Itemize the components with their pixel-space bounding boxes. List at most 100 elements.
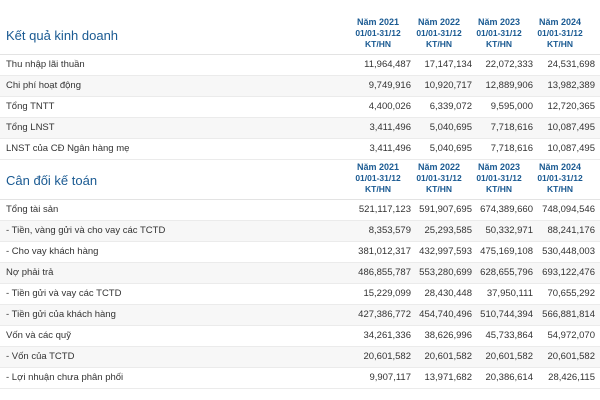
table-row: - Tiền gửi và vay các TCTD 15,229,099 28… xyxy=(0,284,600,305)
table-row: Chi phí hoạt động 9,749,916 10,920,717 1… xyxy=(0,76,600,97)
column-header-2024: Năm 2024 01/01-31/12 KT/HN xyxy=(537,162,583,194)
cell-2024: 693,122,476 xyxy=(542,267,595,278)
cell-2021: 34,261,336 xyxy=(363,330,411,341)
cell-2021: 4,400,026 xyxy=(368,101,411,112)
cell-2021: 521,117,123 xyxy=(358,204,411,215)
row-label: Vốn và các quỹ xyxy=(6,330,71,341)
table-row: Tổng TNTT 4,400,026 6,339,072 9,595,000 … xyxy=(0,97,600,118)
cell-2023: 7,718,616 xyxy=(490,122,533,133)
table-row: - Tiền gửi của khách hàng 427,386,772 45… xyxy=(0,305,600,326)
table-body: Tổng tài sản 521,117,123 591,907,695 674… xyxy=(0,199,600,389)
cell-2022: 591,907,695 xyxy=(419,204,472,215)
cell-2021: 9,749,916 xyxy=(368,80,411,91)
cell-2022: 10,920,717 xyxy=(424,80,472,91)
table-body: Thu nhập lãi thuần 11,964,487 17,147,134… xyxy=(0,54,600,160)
cell-2023: 50,332,971 xyxy=(485,225,533,236)
row-label: - Tiền gửi và vay các TCTD xyxy=(6,288,122,299)
table-row: Tổng LNST 3,411,496 5,040,695 7,718,616 … xyxy=(0,118,600,139)
row-label: - Vốn của TCTD xyxy=(6,351,75,362)
row-label: - Lợi nhuận chưa phân phối xyxy=(6,372,124,383)
cell-2021: 3,411,496 xyxy=(369,122,411,133)
cell-2022: 13,971,682 xyxy=(424,372,472,383)
cell-2024: 13,982,389 xyxy=(547,80,595,91)
cell-2024: 748,094,546 xyxy=(542,204,595,215)
column-header-2021: Năm 2021 01/01-31/12 KT/HN xyxy=(355,17,401,49)
table-row: Vốn và các quỹ 34,261,336 38,626,996 45,… xyxy=(0,326,600,347)
row-label: Nợ phải trả xyxy=(6,267,54,278)
table-row: Thu nhập lãi thuần 11,964,487 17,147,134… xyxy=(0,55,600,76)
cell-2024: 28,426,115 xyxy=(548,372,595,383)
cell-2023: 7,718,616 xyxy=(490,143,533,154)
cell-2022: 38,626,996 xyxy=(424,330,472,341)
row-label: Thu nhập lãi thuần xyxy=(6,59,85,70)
cell-2022: 6,339,072 xyxy=(429,101,472,112)
table-row: - Cho vay khách hàng 381,012,317 432,997… xyxy=(0,242,600,263)
table-row: LNST của CĐ Ngân hàng mẹ 3,411,496 5,040… xyxy=(0,139,600,160)
cell-2021: 8,353,579 xyxy=(368,225,411,236)
cell-2021: 427,386,772 xyxy=(358,309,411,320)
cell-2024: 10,087,495 xyxy=(547,143,595,154)
column-header-2023: Năm 2023 01/01-31/12 KT/HN xyxy=(476,17,522,49)
cell-2023: 674,389,660 xyxy=(480,204,533,215)
row-label: Tổng TNTT xyxy=(6,101,55,112)
cell-2024: 566,881,814 xyxy=(542,309,595,320)
row-label: Tổng LNST xyxy=(6,122,55,133)
balance-sheet-section: Cân đối kế toán Năm 2021 01/01-31/12 KT/… xyxy=(0,162,600,389)
section-title: Kết quả kinh doanh xyxy=(6,28,119,43)
column-header-2023: Năm 2023 01/01-31/12 KT/HN xyxy=(476,162,522,194)
row-label: - Tiền gửi của khách hàng xyxy=(6,309,116,320)
cell-2021: 3,411,496 xyxy=(369,143,411,154)
cell-2021: 15,229,099 xyxy=(363,288,411,299)
cell-2022: 5,040,695 xyxy=(429,122,472,133)
cell-2022: 553,280,699 xyxy=(419,267,472,278)
row-label: - Cho vay khách hàng xyxy=(6,246,99,257)
row-label: - Tiền, vàng gửi và cho vay các TCTD xyxy=(6,225,166,236)
cell-2022: 20,601,582 xyxy=(424,351,472,362)
table-row: - Vốn của TCTD 20,601,582 20,601,582 20,… xyxy=(0,347,600,368)
cell-2021: 486,855,787 xyxy=(358,267,411,278)
cell-2021: 381,012,317 xyxy=(358,246,411,257)
cell-2024: 24,531,698 xyxy=(547,59,595,70)
section-header: Cân đối kế toán Năm 2021 01/01-31/12 KT/… xyxy=(0,162,600,199)
table-row: Nợ phải trả 486,855,787 553,280,699 628,… xyxy=(0,263,600,284)
cell-2022: 17,147,134 xyxy=(424,59,472,70)
cell-2023: 475,169,108 xyxy=(480,246,533,257)
table-row: - Tiền, vàng gửi và cho vay các TCTD 8,3… xyxy=(0,221,600,242)
row-label: LNST của CĐ Ngân hàng mẹ xyxy=(6,143,130,154)
cell-2024: 12,720,365 xyxy=(547,101,595,112)
cell-2022: 454,740,496 xyxy=(419,309,472,320)
cell-2021: 11,964,487 xyxy=(364,59,411,70)
cell-2023: 22,072,333 xyxy=(485,59,533,70)
cell-2022: 28,430,448 xyxy=(424,288,472,299)
cell-2024: 88,241,176 xyxy=(547,225,595,236)
cell-2023: 20,601,582 xyxy=(485,351,533,362)
cell-2023: 12,889,906 xyxy=(485,80,533,91)
cell-2024: 10,087,495 xyxy=(547,122,595,133)
cell-2023: 45,733,864 xyxy=(485,330,533,341)
cell-2021: 20,601,582 xyxy=(363,351,411,362)
row-label: Chi phí hoạt động xyxy=(6,80,82,91)
cell-2023: 510,744,394 xyxy=(480,309,533,320)
column-header-2022: Năm 2022 01/01-31/12 KT/HN xyxy=(416,17,462,49)
cell-2024: 70,655,292 xyxy=(547,288,595,299)
column-header-2022: Năm 2022 01/01-31/12 KT/HN xyxy=(416,162,462,194)
column-header-2021: Năm 2021 01/01-31/12 KT/HN xyxy=(355,162,401,194)
row-label: Tổng tài sản xyxy=(6,204,59,215)
cell-2023: 628,655,796 xyxy=(480,267,533,278)
cell-2022: 25,293,585 xyxy=(424,225,472,236)
table-row: Tổng tài sản 521,117,123 591,907,695 674… xyxy=(0,200,600,221)
cell-2024: 20,601,582 xyxy=(547,351,595,362)
cell-2022: 432,997,593 xyxy=(419,246,472,257)
income-statement-section: Kết quả kinh doanh Năm 2021 01/01-31/12 … xyxy=(0,17,600,160)
cell-2024: 54,972,070 xyxy=(547,330,595,341)
section-header: Kết quả kinh doanh Năm 2021 01/01-31/12 … xyxy=(0,17,600,54)
financial-summary: Kết quả kinh doanh Năm 2021 01/01-31/12 … xyxy=(0,0,600,400)
cell-2023: 20,386,614 xyxy=(485,372,533,383)
cell-2023: 9,595,000 xyxy=(490,101,533,112)
column-header-2024: Năm 2024 01/01-31/12 KT/HN xyxy=(537,17,583,49)
cell-2022: 5,040,695 xyxy=(429,143,472,154)
cell-2024: 530,448,003 xyxy=(542,246,595,257)
cell-2021: 9,907,117 xyxy=(369,372,411,383)
table-row: - Lợi nhuận chưa phân phối 9,907,117 13,… xyxy=(0,368,600,389)
cell-2023: 37,950,111 xyxy=(486,288,533,299)
